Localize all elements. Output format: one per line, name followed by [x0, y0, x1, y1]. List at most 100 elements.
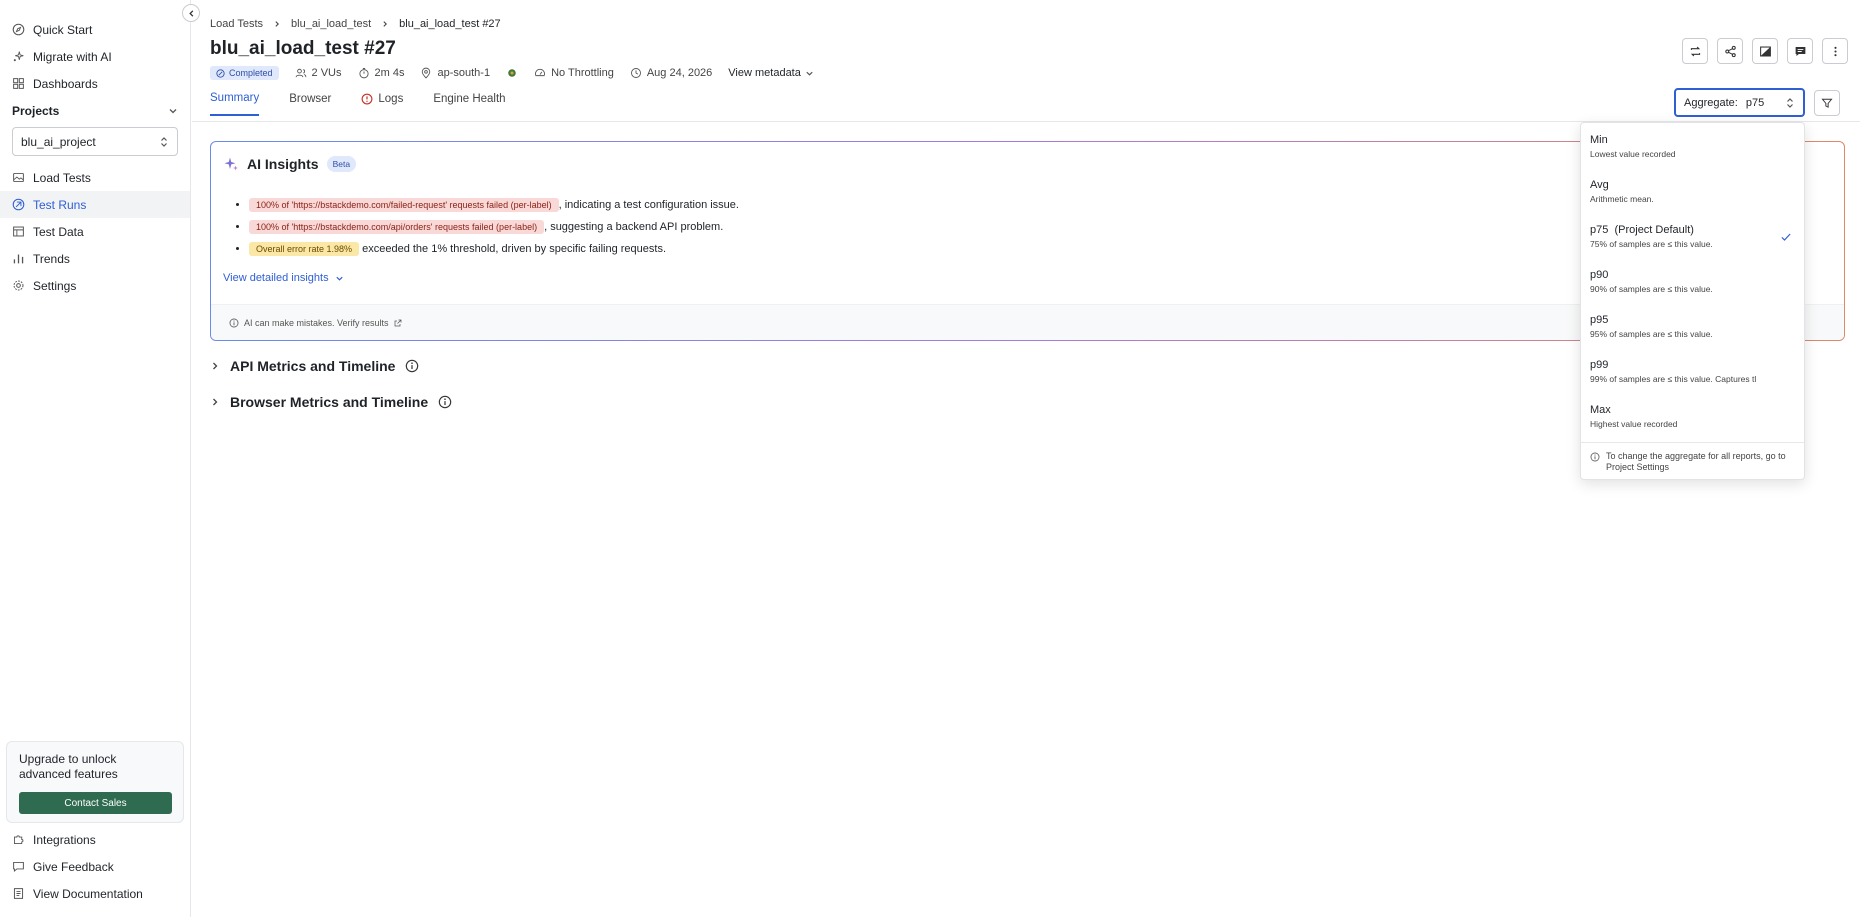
aggregate-option-min[interactable]: Min Lowest value recorded — [1581, 123, 1804, 168]
error-pill: 100% of 'https://bstackdemo.com/failed-r… — [249, 198, 559, 212]
tab-engine-health[interactable]: Engine Health — [433, 92, 505, 116]
sidebar-item-label: Test Runs — [33, 197, 87, 212]
browser-metrics-section-toggle[interactable]: Browser Metrics and Timeline — [210, 394, 452, 410]
location-pin-icon — [422, 67, 431, 79]
users-icon — [295, 68, 306, 78]
sidebar-item-label: Quick Start — [33, 22, 93, 37]
compare-button[interactable] — [1752, 38, 1778, 64]
vus-meta: 2 VUs — [295, 67, 342, 79]
filter-button[interactable] — [1814, 90, 1840, 116]
india-flag-icon — [508, 69, 516, 77]
aggregate-option-max[interactable]: Max Highest value recorded — [1581, 393, 1804, 438]
contact-sales-button[interactable]: Contact Sales — [19, 792, 172, 814]
aggregate-option-p95[interactable]: p95 95% of samples are ≤ this value. — [1581, 303, 1804, 348]
tab-label: Summary — [210, 92, 260, 104]
info-icon[interactable] — [405, 359, 419, 373]
sidebar-item-label: Give Feedback — [33, 859, 114, 874]
table-icon — [13, 226, 24, 237]
repeat-icon — [1690, 46, 1700, 56]
insight-text: , suggesting a backend API problem. — [544, 221, 724, 233]
option-label: p95 — [1590, 314, 1609, 326]
throttling-value: No Throttling — [551, 67, 614, 79]
external-link-icon[interactable] — [394, 319, 402, 327]
chevron-updown-icon — [1787, 97, 1793, 108]
breadcrumb: Load Tests blu_ai_load_test blu_ai_load_… — [210, 18, 501, 30]
aggregate-value: p75 — [1745, 96, 1765, 109]
list-item: 100% of 'https://bstackdemo.com/api/orde… — [249, 216, 739, 238]
aggregate-option-avg[interactable]: Avg Arithmetic mean. — [1581, 168, 1804, 213]
upgrade-text: Upgrade to unlock advanced features — [19, 752, 118, 781]
project-select[interactable]: blu_ai_project — [12, 127, 178, 156]
sidebar-item-label: Dashboards — [33, 76, 98, 91]
aggregate-option-p90[interactable]: p90 90% of samples are ≤ this value. — [1581, 258, 1804, 303]
info-icon — [229, 318, 239, 327]
breadcrumb-load-tests[interactable]: Load Tests — [210, 18, 263, 30]
comments-button[interactable] — [1787, 38, 1813, 64]
kebab-icon — [1833, 46, 1837, 56]
view-detailed-label: View detailed insights — [223, 272, 329, 284]
sidebar-item-test-data[interactable]: Test Data — [0, 218, 190, 245]
option-desc: Highest value recorded — [1590, 419, 1678, 429]
aggregate-option-p75[interactable]: p75 (Project Default) 75% of samples are… — [1581, 213, 1804, 258]
sidebar-item-give-feedback[interactable]: Give Feedback — [0, 853, 190, 880]
info-icon[interactable] — [438, 395, 452, 409]
option-desc: 99% of samples are ≤ this value. Capture… — [1590, 374, 1757, 384]
region-meta: ap-south-1 — [420, 67, 490, 79]
grid-icon — [13, 78, 24, 89]
comment-icon — [1795, 46, 1805, 56]
list-item: 100% of 'https://bstackdemo.com/failed-r… — [249, 194, 739, 216]
sidebar-item-test-runs[interactable]: Test Runs — [0, 191, 190, 218]
view-detailed-insights-button[interactable]: View detailed insights — [223, 272, 344, 284]
sidebar-item-migrate-with-ai[interactable]: Migrate with AI — [0, 43, 190, 70]
run-metadata-row: Completed 2 VUs 2m 4s ap-south-1 No Thro… — [210, 66, 814, 80]
date-value: Aug 24, 2026 — [646, 67, 713, 79]
projects-section-toggle[interactable]: Projects — [0, 99, 190, 123]
sidebar-item-quick-start[interactable]: Quick Start — [0, 16, 190, 43]
feedback-icon — [13, 861, 24, 873]
status-badge: Completed — [210, 66, 279, 80]
duration-value: 2m 4s — [374, 67, 405, 79]
share-button[interactable] — [1717, 38, 1743, 64]
tab-browser[interactable]: Browser — [289, 92, 331, 116]
date-meta: Aug 24, 2026 — [630, 67, 712, 79]
option-desc: 95% of samples are ≤ this value. — [1590, 329, 1713, 339]
sidebar-item-label: Settings — [33, 278, 77, 293]
ai-insights-title: AI Insights — [247, 156, 319, 172]
sidebar-item-dashboards[interactable]: Dashboards — [0, 70, 190, 97]
view-metadata-button[interactable]: View metadata — [728, 67, 814, 79]
more-options-button[interactable] — [1822, 38, 1848, 64]
option-desc: Arithmetic mean. — [1590, 194, 1654, 204]
view-metadata-label: View metadata — [728, 67, 801, 79]
sidebar-item-view-documentation[interactable]: View Documentation — [0, 880, 190, 907]
chevron-right-icon — [383, 21, 388, 27]
section-title: Browser Metrics and Timeline — [230, 394, 429, 410]
option-desc: 75% of samples are ≤ this value. — [1590, 239, 1713, 249]
option-label: p75 (Project Default) — [1590, 224, 1694, 236]
aggregate-select[interactable]: Aggregate: p75 — [1674, 88, 1805, 117]
ai-insights-header: AI Insights Beta — [223, 156, 357, 172]
gear-icon — [13, 280, 24, 291]
image-icon — [13, 172, 24, 183]
sidebar-item-load-tests[interactable]: Load Tests — [0, 164, 190, 191]
option-desc: 90% of samples are ≤ this value. — [1590, 284, 1713, 294]
throttling-meta: No Throttling — [534, 67, 614, 79]
rerun-button[interactable] — [1682, 38, 1708, 64]
sidebar-item-settings[interactable]: Settings — [0, 272, 190, 299]
page-title: blu_ai_load_test #27 — [210, 38, 396, 59]
chevron-updown-icon — [161, 136, 167, 147]
sidebar-item-integrations[interactable]: Integrations — [0, 826, 190, 853]
insight-text: exceeded the 1% threshold, driven by spe… — [359, 243, 666, 255]
sidebar: Quick Start Migrate with AI Dashboards P… — [0, 0, 191, 917]
tab-logs[interactable]: Logs — [361, 92, 403, 116]
collapse-sidebar-button[interactable] — [182, 4, 200, 22]
api-metrics-section-toggle[interactable]: API Metrics and Timeline — [210, 358, 419, 374]
aggregate-option-p99[interactable]: p99 99% of samples are ≤ this value. Cap… — [1581, 348, 1804, 393]
sidebar-item-label: Test Data — [33, 224, 84, 239]
status-text: Completed — [229, 68, 273, 78]
breadcrumb-load-test[interactable]: blu_ai_load_test — [291, 18, 371, 30]
region-value: ap-south-1 — [437, 67, 491, 79]
filter-icon — [1821, 98, 1833, 108]
sidebar-item-trends[interactable]: Trends — [0, 245, 190, 272]
dropdown-footer-text: To change the aggregate for all reports,… — [1606, 451, 1786, 472]
tab-summary[interactable]: Summary — [210, 92, 260, 116]
